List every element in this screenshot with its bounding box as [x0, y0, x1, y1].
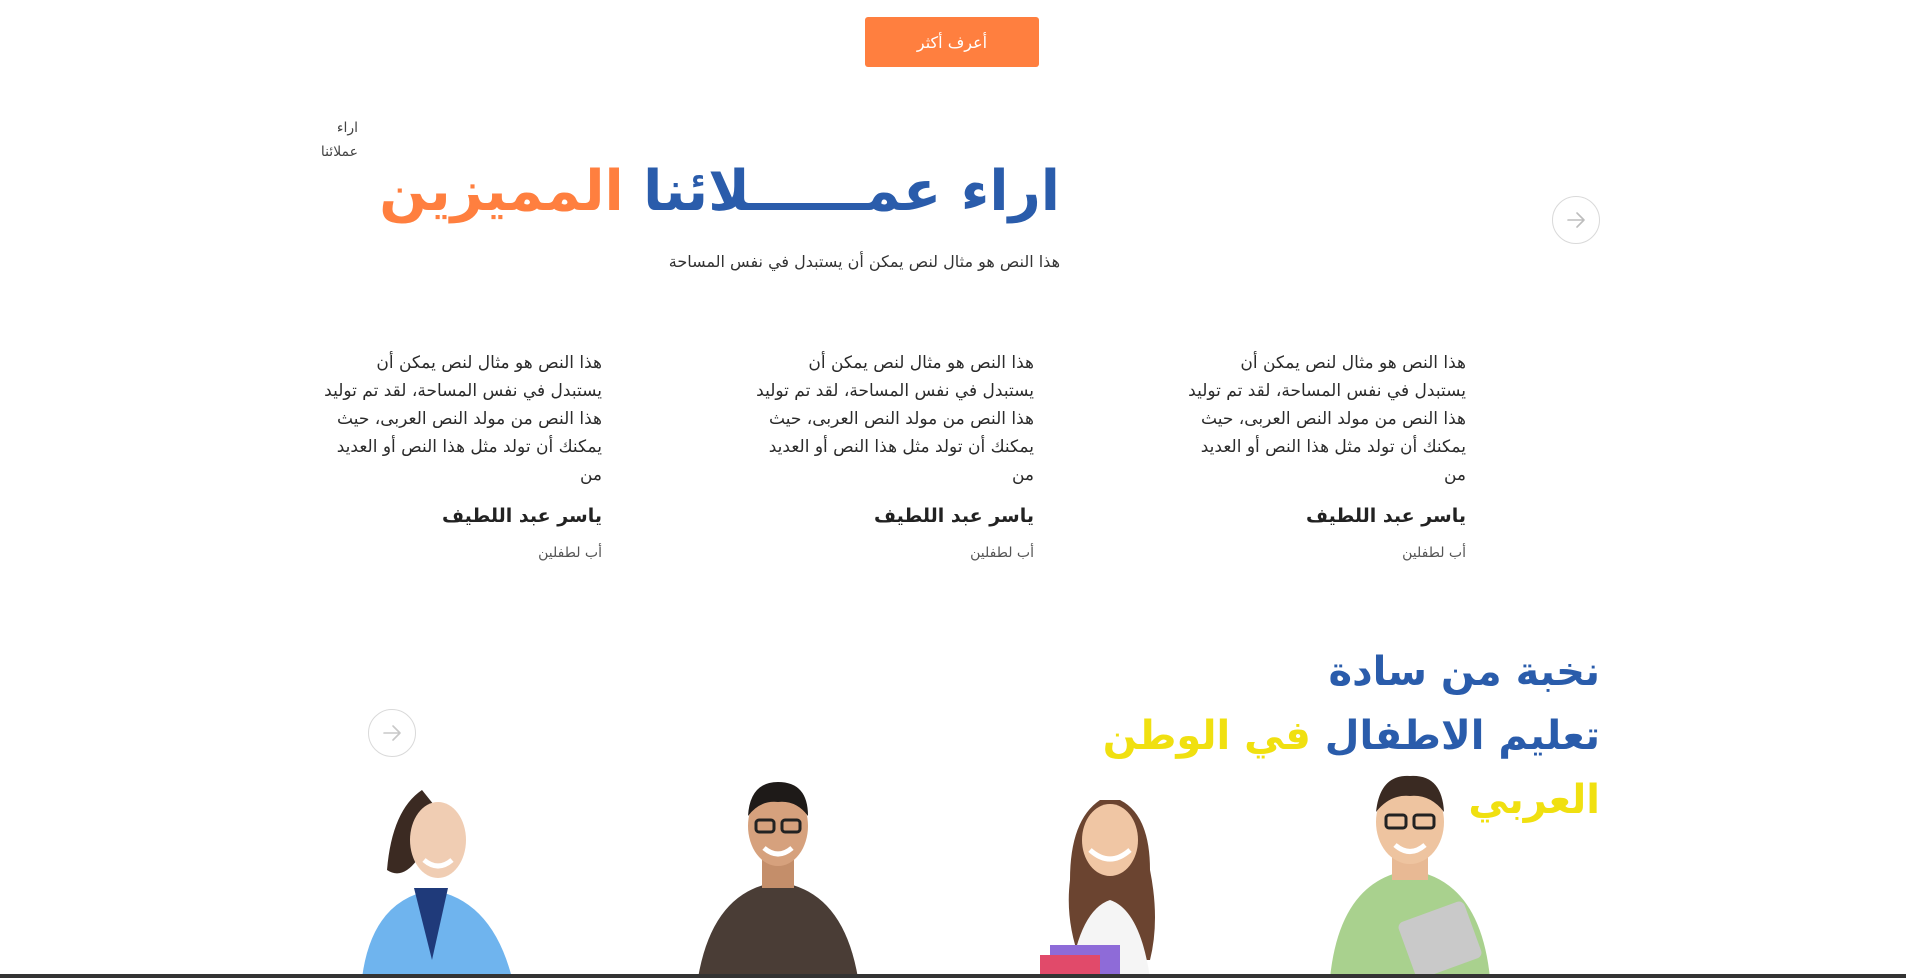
section-label-line1: اراء: [336, 120, 358, 136]
teachers-next-button[interactable]: [368, 709, 416, 757]
testimonial-quote: هذا النص هو مثال لنص يمكن أن يستبدل في ن…: [324, 353, 602, 485]
footer-divider: [0, 974, 1906, 978]
testimonials-next-button[interactable]: [1552, 196, 1600, 244]
teacher-illustration: [698, 782, 858, 978]
arrow-right-icon: [383, 725, 401, 741]
testimonial-role: أب لطفلين: [970, 545, 1034, 561]
teacher-illustration: [362, 790, 512, 978]
testimonial-card: هذا النص هو مثال لنص يمكن أن يستبدل في ن…: [754, 349, 1034, 561]
testimonials-subtitle: هذا النص هو مثال لنص يمكن أن يستبدل في ن…: [668, 252, 1060, 271]
section-label: اراء عملائنا: [298, 116, 358, 164]
teacher-photo: [678, 760, 878, 978]
teacher-illustration: [1040, 800, 1155, 978]
testimonials-title-highlight: المميزين: [379, 159, 624, 224]
testimonials-title: اراء عمــــــلائنا المميزين: [379, 152, 1060, 232]
elite-title-line1: نخبة من سادة: [1328, 649, 1600, 695]
testimonial-role: أب لطفلين: [538, 545, 602, 561]
testimonial-author: ياسر عبد اللطيف: [441, 505, 602, 527]
testimonial-author: ياسر عبد اللطيف: [1305, 505, 1466, 527]
testimonial-card: هذا النص هو مثال لنص يمكن أن يستبدل في ن…: [322, 349, 602, 561]
testimonials-title-main: اراء عمــــــلائنا: [643, 159, 1060, 224]
learn-more-button[interactable]: أعرف أكثر: [865, 17, 1039, 67]
teacher-illustration: [1330, 775, 1490, 978]
teacher-photo: [1310, 760, 1510, 978]
arrow-right-icon: [1567, 212, 1585, 228]
testimonial-role: أب لطفلين: [1402, 545, 1466, 561]
testimonial-card: هذا النص هو مثال لنص يمكن أن يستبدل في ن…: [1186, 349, 1466, 561]
section-label-line2: عملائنا: [320, 144, 358, 160]
testimonial-author: ياسر عبد اللطيف: [873, 505, 1034, 527]
testimonial-quote: هذا النص هو مثال لنص يمكن أن يستبدل في ن…: [756, 353, 1034, 485]
elite-title-line2-main: تعليم الاطفال: [1324, 713, 1600, 759]
teacher-photo: [1010, 760, 1210, 978]
testimonial-quote: هذا النص هو مثال لنص يمكن أن يستبدل في ن…: [1188, 353, 1466, 485]
teacher-photo: [352, 760, 552, 978]
